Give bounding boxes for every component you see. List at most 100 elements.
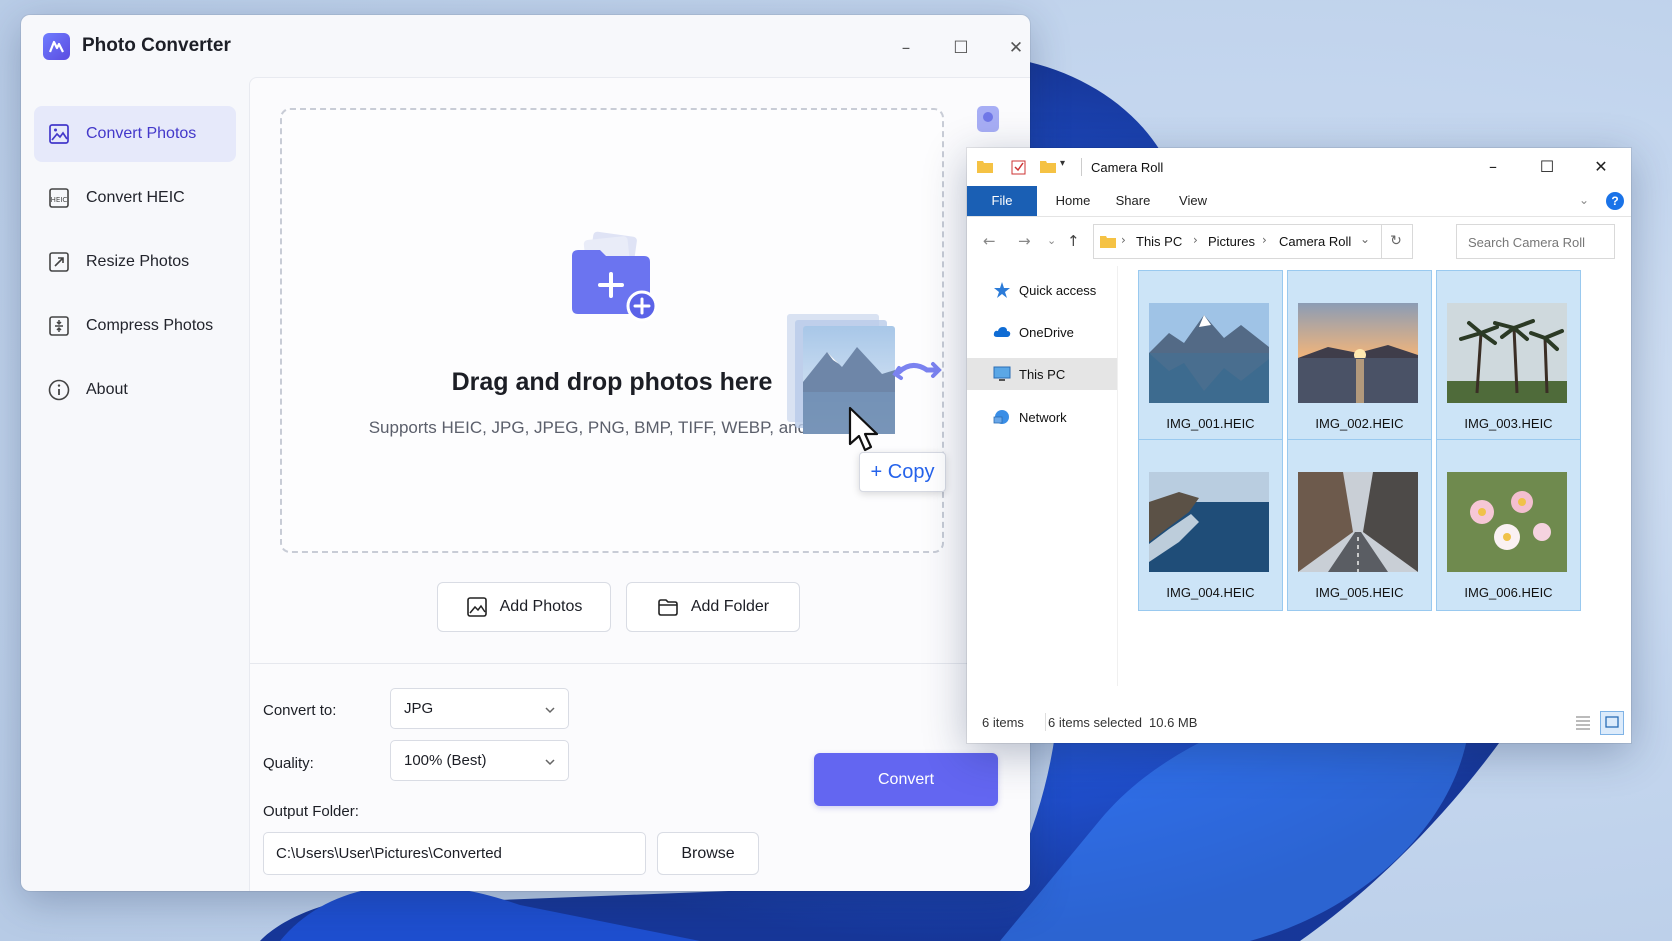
- item-count: 6 items: [982, 715, 1024, 730]
- sidebar-item-label: About: [86, 381, 128, 398]
- computer-icon: [993, 365, 1011, 383]
- selected-count: 6 items selected: [1048, 715, 1142, 730]
- compress-icon: [46, 313, 72, 339]
- new-folder-icon[interactable]: [1040, 159, 1056, 173]
- photo-thumbnail-coastline: [1149, 472, 1269, 572]
- large-icons-view-icon[interactable]: [1600, 711, 1624, 735]
- details-view-icon[interactable]: [1574, 713, 1592, 731]
- sidebar-item-convert-heic[interactable]: HEIC Convert HEIC: [34, 170, 236, 226]
- file-name: IMG_002.HEIC: [1315, 416, 1404, 431]
- divider: [1045, 713, 1046, 731]
- sidebar-item-label: Compress Photos: [86, 317, 214, 334]
- nav-label: Network: [1019, 409, 1067, 425]
- convert-label: Convert: [877, 770, 935, 788]
- file-tile[interactable]: IMG_005.HEIC: [1287, 439, 1432, 611]
- sidebar-item-label: Convert HEIC: [86, 189, 185, 206]
- file-name: IMG_001.HEIC: [1166, 416, 1255, 431]
- sidebar-item-resize-photos[interactable]: Resize Photos: [34, 234, 236, 290]
- explorer-title-bar: ▾ Camera Roll – ☐ ✕: [967, 148, 1631, 186]
- file-name: IMG_006.HEIC: [1464, 585, 1553, 600]
- heic-icon: HEIC: [46, 185, 72, 211]
- chevron-down-icon: [544, 702, 556, 714]
- folder-icon: [977, 159, 993, 173]
- back-arrow-icon[interactable]: ←: [983, 232, 996, 250]
- photo-thumbnail-sunset-lake: [1298, 303, 1418, 403]
- tab-view[interactable]: View: [1165, 186, 1221, 216]
- minimize-button[interactable]: –: [883, 33, 929, 63]
- forward-arrow-icon[interactable]: →: [1018, 232, 1031, 250]
- nav-network[interactable]: Network: [967, 401, 1117, 433]
- explorer-maximize-button[interactable]: ☐: [1524, 152, 1570, 182]
- title-bar: Photo Converter – ☐ ✕: [21, 15, 1030, 77]
- tab-file[interactable]: File: [967, 186, 1037, 216]
- svg-text:HEIC: HEIC: [51, 196, 68, 204]
- properties-icon[interactable]: [1011, 159, 1027, 175]
- breadcrumb-camera-roll[interactable]: Camera Roll: [1279, 234, 1351, 249]
- selected-size: 10.6 MB: [1149, 715, 1198, 730]
- app-side-icon: [975, 104, 1001, 134]
- close-button[interactable]: ✕: [993, 33, 1030, 63]
- mouse-cursor-icon: [848, 406, 884, 456]
- file-tile[interactable]: IMG_006.HEIC: [1436, 439, 1581, 611]
- image-icon: [46, 121, 72, 147]
- photo-thumbnail-flowers: [1447, 472, 1567, 572]
- address-dropdown-icon[interactable]: ⌄: [1360, 232, 1370, 246]
- nav-onedrive[interactable]: OneDrive: [967, 316, 1117, 348]
- browse-button[interactable]: Browse: [657, 832, 759, 875]
- status-bar: 6 items 6 items selected 10.6 MB: [967, 708, 1631, 738]
- explorer-close-button[interactable]: ✕: [1578, 152, 1624, 182]
- file-name: IMG_004.HEIC: [1166, 585, 1255, 600]
- breadcrumb-separator-icon: ›: [1193, 233, 1198, 247]
- file-tile[interactable]: IMG_004.HEIC: [1138, 439, 1283, 611]
- nav-label: This PC: [1019, 366, 1066, 382]
- maximize-button[interactable]: ☐: [938, 33, 984, 63]
- output-folder-value: C:\Users\User\Pictures\Converted: [276, 845, 502, 862]
- add-photos-label: Add Photos: [499, 598, 583, 615]
- breadcrumb-pictures[interactable]: Pictures: [1208, 234, 1255, 249]
- help-icon[interactable]: ?: [1606, 192, 1624, 210]
- tab-home[interactable]: Home: [1045, 186, 1101, 216]
- search-input[interactable]: Search Camera Roll: [1456, 224, 1615, 259]
- divider: [1081, 158, 1082, 176]
- file-tile[interactable]: IMG_002.HEIC: [1287, 270, 1432, 442]
- quality-select[interactable]: 100% (Best): [390, 740, 569, 781]
- file-explorer-window: ▾ Camera Roll – ☐ ✕ File Home Share View…: [967, 148, 1631, 743]
- recent-locations-icon[interactable]: ⌄: [1047, 234, 1056, 247]
- output-folder-input[interactable]: C:\Users\User\Pictures\Converted: [263, 832, 646, 875]
- breadcrumb-separator-icon: ›: [1262, 233, 1267, 247]
- convert-to-select[interactable]: JPG: [390, 688, 569, 729]
- folder-icon: [657, 596, 679, 618]
- network-icon: [993, 408, 1011, 426]
- cloud-icon: [993, 323, 1011, 341]
- chevron-down-icon: [544, 754, 556, 766]
- nav-quick-access[interactable]: Quick access: [967, 274, 1117, 306]
- breadcrumb-this-pc[interactable]: This PC: [1136, 234, 1182, 249]
- add-photos-button[interactable]: Add Photos: [437, 582, 611, 632]
- nav-this-pc[interactable]: This PC: [967, 358, 1117, 390]
- breadcrumb-separator-icon: ›: [1121, 233, 1126, 247]
- add-folder-button[interactable]: Add Folder: [626, 582, 800, 632]
- resize-icon: [46, 249, 72, 275]
- output-folder-label: Output Folder:: [263, 803, 359, 820]
- sidebar-item-convert-photos[interactable]: Convert Photos: [34, 106, 236, 162]
- navigation-pane: Quick access OneDrive This PC Network: [967, 266, 1117, 686]
- up-arrow-icon[interactable]: ↑: [1067, 232, 1080, 250]
- address-row: ← → ⌄ ↑ › This PC › Pictures › Camera Ro…: [967, 216, 1631, 264]
- ribbon-expand-icon[interactable]: ⌄: [1579, 193, 1589, 207]
- sidebar-item-about[interactable]: About: [34, 362, 236, 418]
- convert-button[interactable]: Convert: [814, 753, 998, 806]
- file-tile[interactable]: IMG_003.HEIC: [1436, 270, 1581, 442]
- tab-share[interactable]: Share: [1105, 186, 1161, 216]
- file-tile[interactable]: IMG_001.HEIC: [1138, 270, 1283, 442]
- refresh-icon[interactable]: ↻: [1380, 224, 1413, 259]
- explorer-title: Camera Roll: [1091, 160, 1164, 175]
- sidebar-item-compress-photos[interactable]: Compress Photos: [34, 298, 236, 354]
- address-bar[interactable]: › This PC › Pictures › Camera Roll ⌄: [1093, 224, 1382, 259]
- browse-label: Browse: [681, 844, 735, 862]
- explorer-minimize-button[interactable]: –: [1470, 152, 1516, 182]
- convert-to-value: JPG: [404, 700, 434, 717]
- add-folder-illustration-icon: [564, 228, 660, 324]
- quick-access-dropdown-icon[interactable]: ▾: [1060, 158, 1065, 169]
- sidebar-item-label: Resize Photos: [86, 253, 190, 270]
- search-placeholder: Search Camera Roll: [1468, 235, 1586, 250]
